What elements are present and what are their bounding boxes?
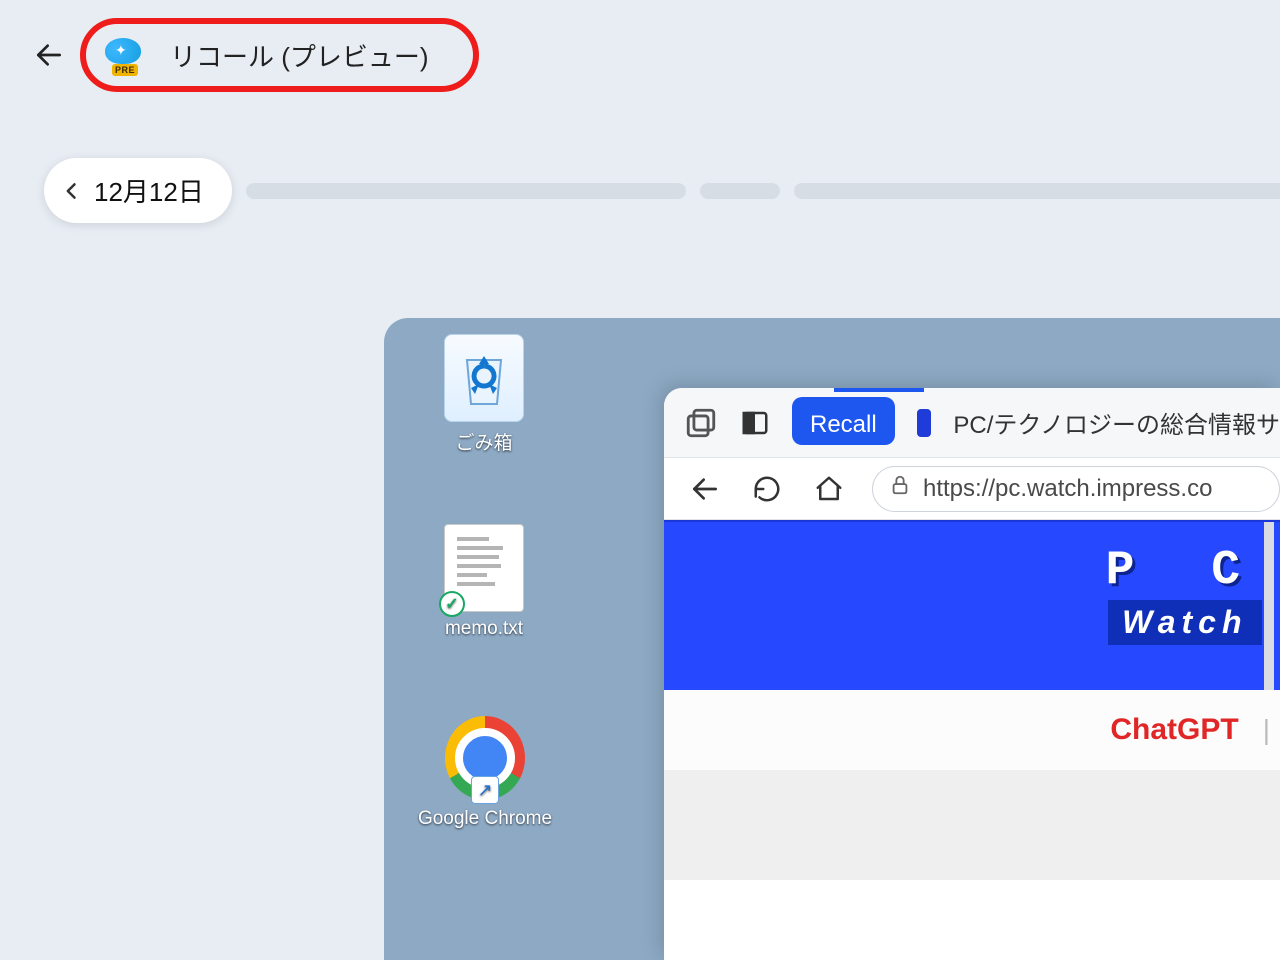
timeline-segment[interactable] (700, 183, 780, 199)
site-subnav: ChatGPT | (664, 690, 1280, 770)
arrow-left-icon (33, 39, 65, 71)
date-chip[interactable]: 12月12日 (44, 158, 232, 223)
tab-actions-icon[interactable] (740, 402, 770, 444)
page-body (664, 770, 1280, 880)
browser-toolbar: https://pc.watch.impress.co (664, 458, 1280, 520)
refresh-icon (752, 474, 782, 504)
app-title-highlight: ✦ PRE リコール (プレビュー) (80, 18, 479, 92)
timeline-segment[interactable] (246, 183, 686, 199)
browser-tab-bar: Recall PC/テクノロジーの総合情報サ (664, 388, 1280, 458)
snapshot-preview[interactable]: ごみ箱 ✓ memo.txt ↗ Google Chrome Recall PC… (384, 318, 1280, 960)
shortcut-arrow-icon: ↗ (471, 776, 499, 804)
desktop-icon-label: Google Chrome (400, 808, 570, 830)
recycle-bin-icon (459, 348, 509, 408)
arrow-left-icon (689, 473, 721, 505)
address-bar[interactable]: https://pc.watch.impress.co (872, 466, 1280, 512)
timeline[interactable]: 12月12日 (44, 158, 1280, 223)
desktop-icon-label: memo.txt (414, 618, 554, 640)
workspaces-icon[interactable] (684, 402, 718, 444)
browser-window: Recall PC/テクノロジーの総合情報サ https://pc.watch.… (664, 388, 1280, 960)
desktop-icon-chrome[interactable]: ↗ Google Chrome (400, 714, 570, 830)
desktop-icon-memo[interactable]: ✓ memo.txt (414, 524, 554, 640)
home-icon (814, 474, 844, 504)
window-icon (740, 408, 770, 438)
desktop-icon-label: ごみ箱 (414, 428, 554, 455)
tab-title[interactable]: PC/テクノロジーの総合情報サ (953, 405, 1280, 440)
pcwatch-logo[interactable]: P C Watch (1106, 544, 1264, 645)
chevron-left-icon (62, 177, 82, 205)
pcwatch-favicon (917, 409, 932, 437)
separator: | (1263, 714, 1270, 746)
browser-home-button[interactable] (810, 470, 848, 508)
url-text: https://pc.watch.impress.co (923, 475, 1212, 503)
stack-icon (684, 406, 718, 440)
desktop-icon-recycle-bin[interactable]: ごみ箱 (414, 334, 554, 455)
app-title: リコール (プレビュー) (170, 37, 429, 74)
browser-back-button[interactable] (686, 470, 724, 508)
sync-ok-icon: ✓ (439, 591, 465, 617)
nav-link-chatgpt[interactable]: ChatGPT (1110, 713, 1238, 747)
back-button[interactable] (28, 34, 70, 76)
recall-tab[interactable]: Recall (792, 401, 895, 445)
date-label: 12月12日 (94, 172, 204, 209)
timeline-segment[interactable] (794, 183, 1280, 199)
browser-refresh-button[interactable] (748, 470, 786, 508)
lock-icon (889, 474, 911, 503)
site-banner: P C Watch (664, 520, 1280, 690)
recall-app-icon: ✦ PRE (104, 36, 142, 74)
